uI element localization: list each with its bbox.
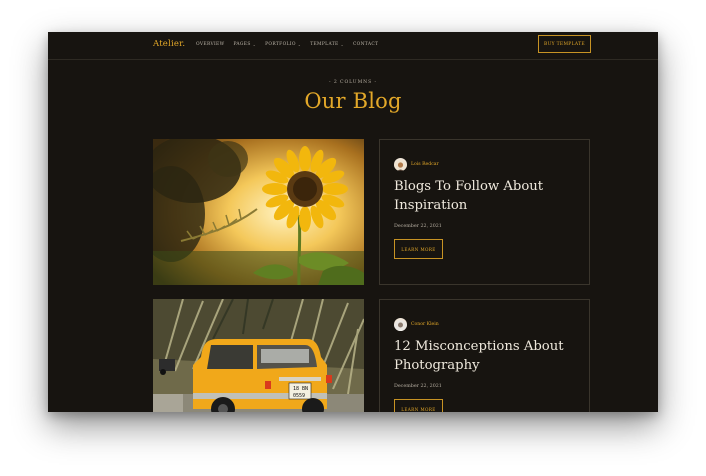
post-author: Conor Klein — [394, 318, 439, 331]
post-image-car[interactable]: 18 BN 0559 — [153, 299, 364, 412]
menu-item-contact[interactable]: CONTACT — [353, 42, 378, 47]
chevron-down-icon: ⌄ — [252, 42, 257, 47]
author-name[interactable]: Conor Klein — [411, 322, 439, 327]
buy-template-button[interactable]: BUY TEMPLATE — [538, 35, 591, 53]
learn-more-button[interactable]: LEARN MORE — [394, 399, 443, 412]
post-title[interactable]: 12 Misconceptions About Photography — [394, 338, 574, 375]
sunflower-photo-icon — [153, 139, 364, 285]
top-navigation: Atelier. OVERVIEW PAGES ⌄ PORTFOLIO ⌄ TE… — [48, 32, 658, 60]
post-card: Lois Redcar Blogs To Follow About Inspir… — [379, 139, 590, 285]
post-title[interactable]: Blogs To Follow About Inspiration — [394, 178, 574, 215]
avatar — [394, 318, 407, 331]
post-author: Lois Redcar — [394, 158, 439, 171]
browser-page: Atelier. OVERVIEW PAGES ⌄ PORTFOLIO ⌄ TE… — [48, 32, 658, 412]
menu-item-portfolio[interactable]: PORTFOLIO ⌄ — [265, 42, 301, 47]
section-kicker: - 2 COLUMNS - — [329, 80, 377, 85]
svg-text:18 BN: 18 BN — [293, 386, 308, 392]
site-logo[interactable]: Atelier. — [153, 39, 185, 49]
menu-item-label: CONTACT — [352, 42, 379, 47]
chevron-down-icon: ⌄ — [297, 42, 302, 47]
menu-item-label: PORTFOLIO — [265, 42, 296, 47]
menu-item-label: OVERVIEW — [196, 42, 225, 47]
chevron-down-icon: ⌄ — [340, 42, 344, 47]
post-image-sunflower[interactable] — [153, 139, 364, 285]
avatar — [394, 158, 407, 171]
post-date: December 22, 2021 — [394, 384, 442, 389]
author-name[interactable]: Lois Redcar — [411, 162, 439, 167]
menu-item-template[interactable]: TEMPLATE ⌄ — [310, 42, 344, 47]
learn-more-button[interactable]: LEARN MORE — [394, 239, 443, 259]
yellow-car-photo-icon: 18 BN 0559 — [153, 299, 364, 412]
menu-item-label: TEMPLATE — [310, 42, 339, 47]
menu-item-label: PAGES — [233, 42, 251, 47]
page-title: Our Blog — [304, 89, 402, 113]
svg-text:0559: 0559 — [293, 393, 305, 399]
post-date: December 22, 2021 — [394, 224, 442, 229]
main-menu: OVERVIEW PAGES ⌄ PORTFOLIO ⌄ TEMPLATE ⌄ … — [196, 42, 378, 47]
menu-item-pages[interactable]: PAGES ⌄ — [233, 42, 256, 47]
menu-item-overview[interactable]: OVERVIEW — [196, 42, 224, 47]
post-card: Conor Klein 12 Misconceptions About Phot… — [379, 299, 590, 412]
